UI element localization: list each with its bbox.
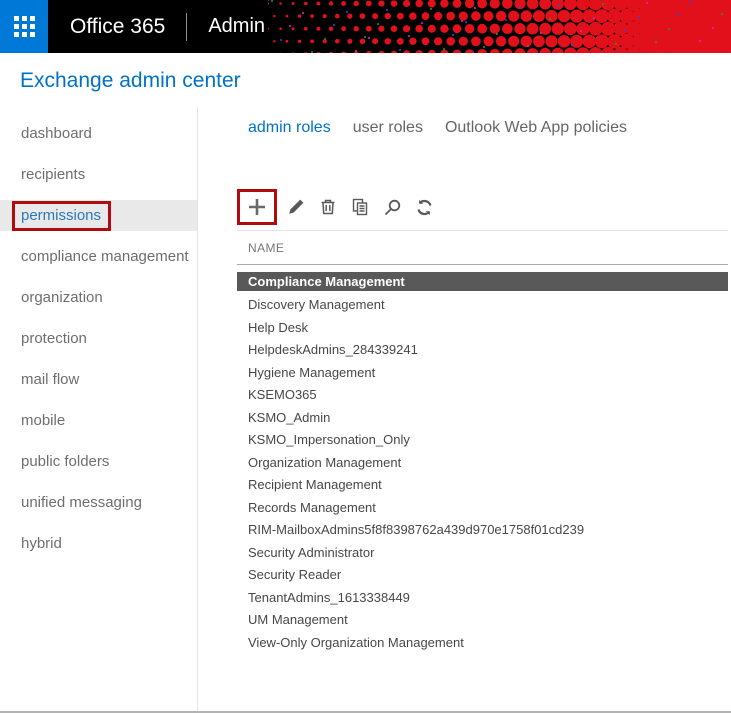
refresh-button[interactable] xyxy=(411,194,437,220)
table-row[interactable]: HelpdeskAdmins_284339241 xyxy=(237,339,728,362)
refresh-icon xyxy=(416,199,432,215)
topbar-divider xyxy=(186,12,188,41)
sidebar-item-label: unified messaging xyxy=(21,494,142,511)
topbar: Office 365 Admin xyxy=(0,0,731,53)
sidebar-item-label: hybrid xyxy=(21,535,62,552)
table-row[interactable]: KSMO_Admin xyxy=(237,406,728,429)
role-name: Records Management xyxy=(248,499,376,515)
toolbar xyxy=(237,189,728,225)
add-button[interactable] xyxy=(244,194,270,220)
role-name: Organization Management xyxy=(248,454,402,470)
sidebar-item[interactable]: mobile xyxy=(0,400,197,441)
sidebar-item-label: mobile xyxy=(21,412,66,429)
search-icon xyxy=(384,199,400,215)
sidebar-item-label: recipients xyxy=(21,166,86,183)
role-name: UM Management xyxy=(248,612,348,628)
brand-office365[interactable]: Office 365 xyxy=(70,15,165,39)
role-name: Hygiene Management xyxy=(248,364,376,380)
table-row[interactable]: Organization Management xyxy=(237,451,728,474)
sidebar-item-label: organization xyxy=(21,289,103,306)
sidebar-item[interactable]: mail flow xyxy=(0,359,197,400)
header-halftone-decoration xyxy=(266,0,731,53)
tab-bar: admin roles user roles Outlook Web App p… xyxy=(248,107,728,139)
table-row[interactable]: KSEMO365 xyxy=(237,384,728,407)
copy-button[interactable] xyxy=(347,194,373,220)
copy-icon xyxy=(352,198,368,216)
sidebar-item-label: dashboard xyxy=(21,125,92,142)
role-name: Security Reader xyxy=(248,567,342,583)
role-name: Recipient Management xyxy=(248,477,382,493)
role-name: Compliance Management xyxy=(248,274,405,289)
sidebar-item[interactable]: protection xyxy=(0,318,197,359)
role-name: RIM-MailboxAdmins5f8f8398762a439d970e175… xyxy=(248,522,585,538)
layout: dashboard recipients permissions complia… xyxy=(0,107,731,711)
sidebar-item[interactable]: recipients xyxy=(0,154,197,195)
role-name: KSEMO365 xyxy=(248,387,317,403)
table-row[interactable]: Compliance Management xyxy=(237,272,728,291)
trash-icon xyxy=(321,199,335,215)
sidebar: dashboard recipients permissions complia… xyxy=(0,107,198,711)
role-name: HelpdeskAdmins_284339241 xyxy=(248,342,418,358)
sidebar-item[interactable]: compliance management xyxy=(0,236,197,277)
sidebar-item[interactable]: permissions xyxy=(0,195,197,236)
table-row[interactable]: View-Only Organization Management xyxy=(237,631,728,654)
table-row[interactable]: UM Management xyxy=(237,609,728,632)
sidebar-item[interactable]: unified messaging xyxy=(0,482,197,523)
table-row[interactable]: KSMO_Impersonation_Only xyxy=(237,429,728,452)
sidebar-item-label: mail flow xyxy=(21,371,80,388)
delete-button[interactable] xyxy=(315,194,341,220)
table-row[interactable]: TenantAdmins_1613338449 xyxy=(237,586,728,609)
role-name: Security Administrator xyxy=(248,544,375,560)
sidebar-item-label: protection xyxy=(21,330,87,347)
table-row[interactable]: Hygiene Management xyxy=(237,361,728,384)
edit-button[interactable] xyxy=(283,194,309,220)
table-row[interactable]: Help Desk xyxy=(237,316,728,339)
sidebar-item-label: permissions xyxy=(12,200,112,231)
brand-admin[interactable]: Admin xyxy=(208,15,265,38)
sidebar-item[interactable]: public folders xyxy=(0,441,197,482)
main-content: admin roles user roles Outlook Web App p… xyxy=(198,107,731,711)
sidebar-item-label: compliance management xyxy=(21,248,189,265)
page-title: Exchange admin center xyxy=(20,69,241,92)
search-button[interactable] xyxy=(379,194,405,220)
app-launcher-button[interactable] xyxy=(0,0,48,53)
column-header-name[interactable]: NAME xyxy=(237,231,728,264)
table-row[interactable]: Security Administrator xyxy=(237,541,728,564)
sidebar-item[interactable]: dashboard xyxy=(0,113,197,154)
waffle-icon xyxy=(13,16,35,37)
pencil-icon xyxy=(289,199,304,214)
role-name: View-Only Organization Management xyxy=(248,634,464,650)
role-name: Discovery Management xyxy=(248,297,385,313)
tab[interactable]: user roles xyxy=(353,119,423,137)
role-name: TenantAdmins_1613338449 xyxy=(248,589,410,605)
add-button-annotation xyxy=(237,189,277,225)
table-row[interactable]: RIM-MailboxAdmins5f8f8398762a439d970e175… xyxy=(237,519,728,542)
table-row[interactable]: Records Management xyxy=(237,496,728,519)
table-row[interactable]: Security Reader xyxy=(237,564,728,587)
plus-icon xyxy=(249,199,265,215)
role-name: Help Desk xyxy=(248,319,308,335)
tab[interactable]: Outlook Web App policies xyxy=(445,119,627,137)
role-name: KSMO_Admin xyxy=(248,409,331,425)
header-divider xyxy=(237,264,728,265)
role-name: KSMO_Impersonation_Only xyxy=(248,432,410,448)
sidebar-item-label: public folders xyxy=(21,453,110,470)
roles-list: Compliance Management Discovery Manageme… xyxy=(237,272,728,654)
sidebar-item[interactable]: hybrid xyxy=(0,523,197,564)
table-row[interactable]: Recipient Management xyxy=(237,474,728,497)
tab[interactable]: admin roles xyxy=(248,119,331,137)
sidebar-item[interactable]: organization xyxy=(0,277,197,318)
table-row[interactable]: Discovery Management xyxy=(237,294,728,317)
